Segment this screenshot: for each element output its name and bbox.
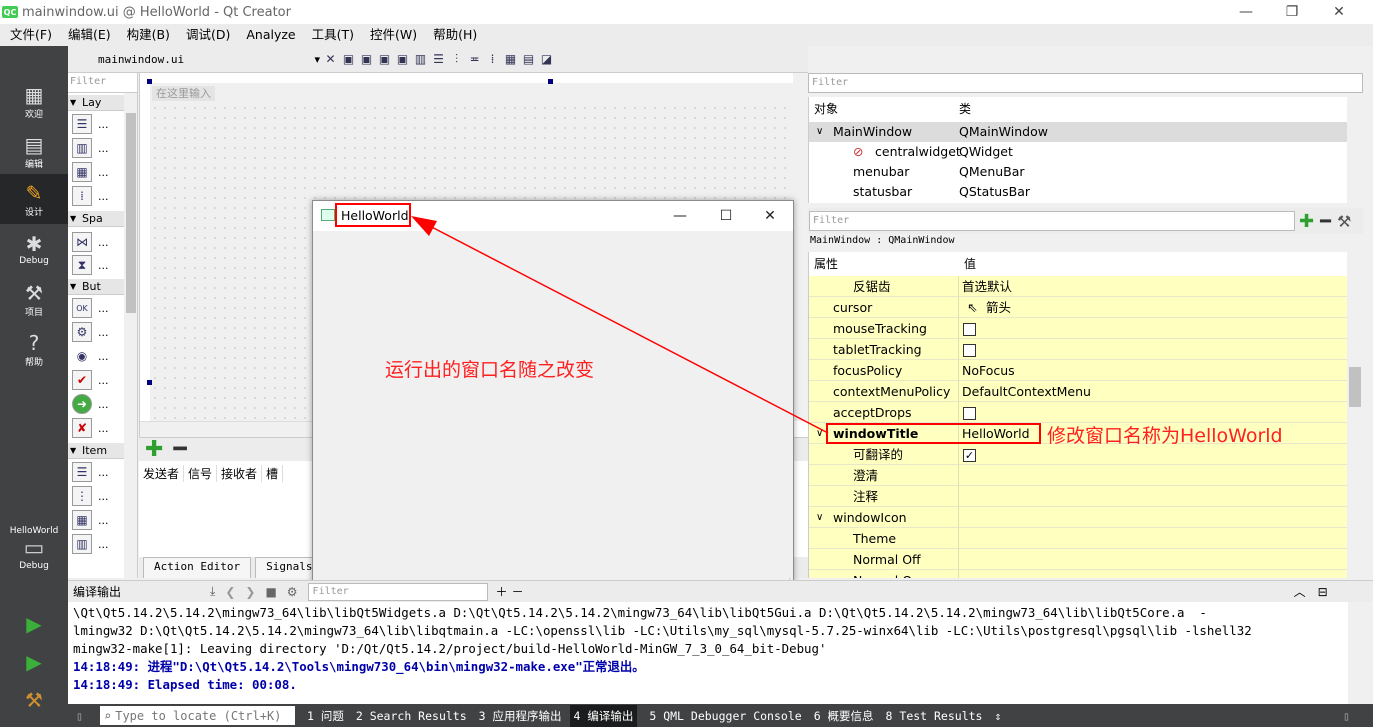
arrow-line bbox=[423, 222, 829, 434]
annotation-left-text: 运行出的窗口名随之改变 bbox=[385, 359, 595, 381]
arrow-head bbox=[411, 216, 437, 236]
qt-creator-window: QC mainwindow.ui @ HelloWorld - Qt Creat… bbox=[0, 0, 1373, 727]
annotation-arrow bbox=[411, 216, 829, 434]
annotation-right-text: 修改窗口名称为HelloWorld bbox=[1047, 425, 1283, 447]
